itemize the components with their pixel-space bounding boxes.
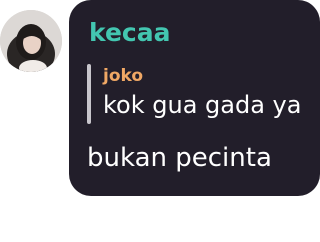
- message-text: bukan pecinta: [87, 143, 272, 173]
- reply-quote-bar: [87, 64, 91, 124]
- message-bubble: kecaa joko kok gua gada ya bukan pecinta: [69, 0, 320, 196]
- chat-message-row: kecaa joko kok gua gada ya bukan pecinta: [0, 0, 320, 242]
- user-avatar-icon: [0, 10, 62, 72]
- reply-text: kok gua gada ya: [103, 91, 302, 119]
- reply-author[interactable]: joko: [103, 66, 143, 86]
- message-author[interactable]: kecaa: [89, 18, 170, 48]
- user-avatar[interactable]: [0, 10, 62, 72]
